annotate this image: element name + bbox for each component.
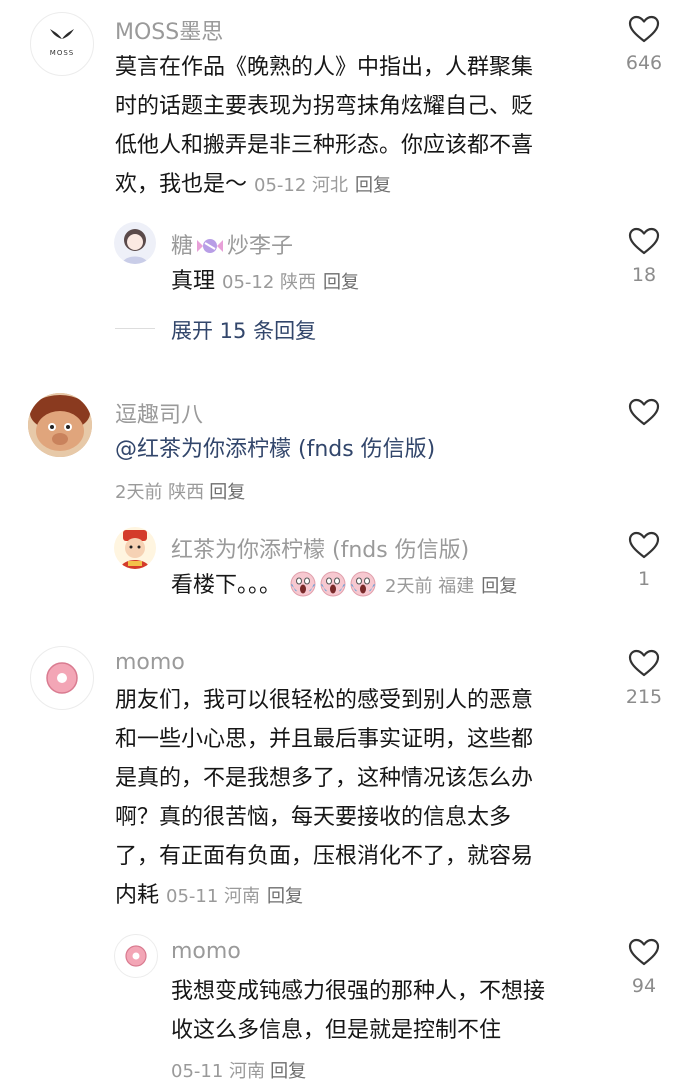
heart-icon (628, 649, 660, 677)
heart-icon (628, 531, 660, 559)
scream-emoji-icon (320, 571, 346, 597)
reply-button[interactable]: 回复 (355, 175, 391, 196)
scream-emoji-icon (290, 571, 316, 597)
comment-line: 和一些小心思，并且最后事实证明，这些都 (115, 727, 534, 752)
comment-line: 了，有正面有负面，压根消化不了，就容易 (115, 844, 534, 869)
username[interactable]: MOSS墨思 (115, 14, 223, 46)
comment-text: 朋友们，我可以很轻松的感受到别人的恶意 和一些小心思，并且最后事实证明，这些都 … (115, 681, 595, 916)
reply-button[interactable]: 回复 (270, 1061, 306, 1082)
avatar[interactable] (114, 527, 156, 569)
character-avatar-icon (28, 393, 92, 457)
comment-line: 朋友们，我可以很轻松的感受到别人的恶意 (115, 688, 534, 713)
like-count: 646 (625, 52, 663, 74)
comment-line: 收这么多信息，但是就是控制不住 (171, 1018, 502, 1043)
reply-text: 看楼下。。。 2天前 福建 回复 (171, 571, 518, 598)
donut-avatar-icon (125, 945, 147, 967)
like-count: 215 (625, 686, 663, 708)
scream-emoji-icon (350, 571, 376, 597)
comment-line: 莫言在作品《晚熟的人》中指出，人群聚集 (115, 55, 534, 80)
comment-footer: 2天前 陕西 回复 (115, 478, 245, 504)
like-count: 1 (637, 568, 651, 590)
heart-icon (628, 938, 660, 966)
reply-button[interactable]: 回复 (323, 272, 359, 293)
comment-line: 我想变成钝感力很强的那种人，不想接 (171, 979, 546, 1004)
reply-button[interactable]: 回复 (209, 482, 245, 503)
username[interactable]: 糖 炒李子 (171, 228, 293, 260)
heart-icon (628, 15, 660, 43)
avatar-text: MOSS (49, 49, 75, 57)
like-button[interactable]: 94 (614, 937, 674, 997)
like-button[interactable]: 18 (614, 226, 674, 286)
comment-meta: 05-11 河南 (166, 886, 261, 907)
reply-text: 我想变成钝感力很强的那种人，不想接 收这么多信息，但是就是控制不住 (171, 972, 601, 1050)
username[interactable]: momo (171, 939, 241, 964)
candy-icon (197, 239, 224, 253)
like-count: 18 (631, 264, 657, 286)
expand-replies-button[interactable]: 展开 15 条回复 (171, 315, 316, 345)
avatar[interactable]: MOSS (30, 12, 94, 76)
expand-divider (115, 328, 155, 329)
reply-text: 真理 05-12 陕西 回复 (171, 269, 360, 294)
heart-icon (628, 398, 660, 426)
comment-meta: 2天前 陕西 (115, 482, 205, 503)
comment-meta: 2天前 福建 (385, 576, 475, 597)
comment-text: 莫言在作品《晚熟的人》中指出，人群聚集 时的话题主要表现为拐弯抹角炫耀自己、贬 … (115, 48, 595, 205)
comment-line: 是真的，不是我想多了，这种情况该怎么办 (115, 766, 534, 791)
comment-meta: 05-11 河南 (171, 1061, 266, 1082)
comment-line: 时的话题主要表现为拐弯抹角炫耀自己、贬 (115, 94, 534, 119)
username[interactable]: momo (115, 650, 185, 675)
comment-meta: 05-12 陕西 (222, 272, 317, 293)
avatar[interactable] (114, 222, 156, 264)
username[interactable]: 逗趣司八 (115, 397, 203, 429)
like-button[interactable] (614, 397, 674, 427)
girl-avatar-icon (122, 229, 148, 264)
like-button[interactable]: 646 (614, 14, 674, 74)
avatar[interactable] (30, 646, 94, 710)
reply-button[interactable]: 回复 (267, 886, 303, 907)
username[interactable]: 红茶为你添柠檬 (fnds 伤信版) (171, 532, 469, 564)
like-button[interactable]: 215 (614, 648, 674, 708)
reply-button[interactable]: 回复 (481, 576, 517, 597)
comment-meta: 05-12 河北 (254, 175, 349, 196)
comment-footer: 05-11 河南 回复 (171, 1057, 306, 1083)
fortune-god-avatar-icon (120, 530, 150, 569)
comment-line: 啊？真的很苦恼，每天要接收的信息太多 (115, 805, 512, 830)
donut-avatar-icon (46, 662, 78, 694)
comment-line: 欢，我也是～ 05-12 河北 回复 (115, 172, 392, 197)
avatar[interactable] (114, 934, 158, 978)
avatar[interactable] (28, 393, 92, 457)
like-count: 94 (631, 975, 657, 997)
comment-line: 低他人和搬弄是非三种形态。你应该都不喜 (115, 133, 534, 158)
comment-line: 内耗 05-11 河南 回复 (115, 883, 304, 908)
heart-icon (628, 227, 660, 255)
comment-text: @红茶为你添柠檬 (fnds 伤信版) (115, 437, 436, 462)
wings-logo-icon (50, 29, 74, 39)
like-button[interactable]: 1 (614, 530, 674, 590)
